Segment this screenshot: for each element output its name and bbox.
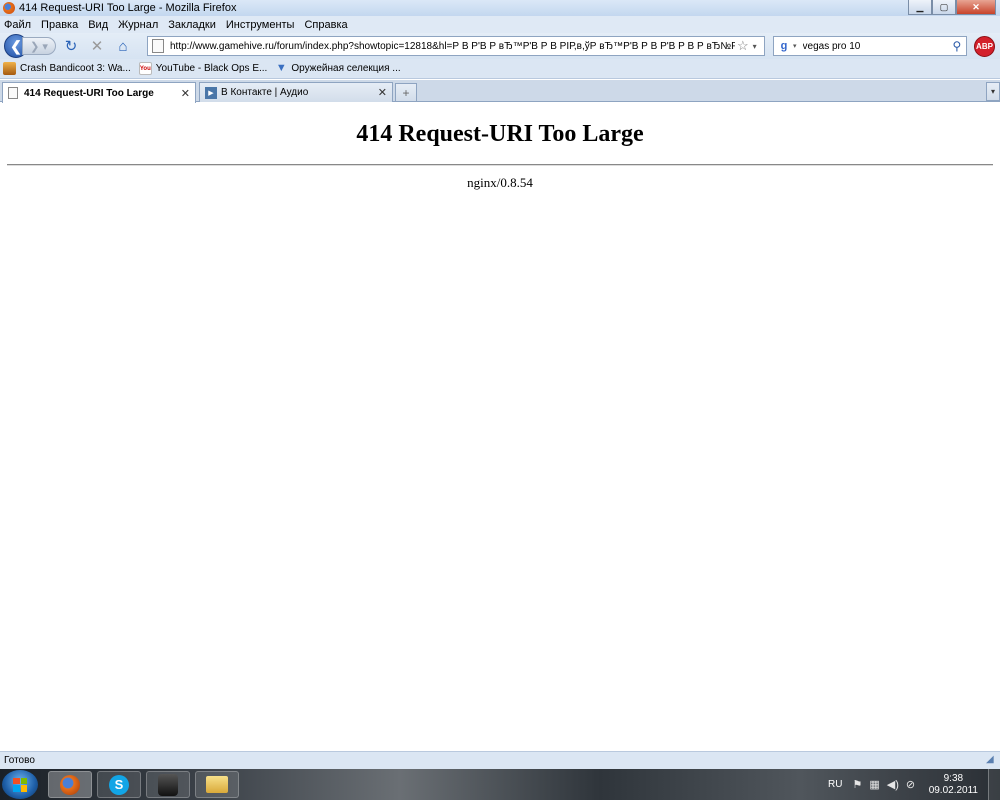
minimize-button[interactable]: ▁ [908, 0, 932, 15]
page-heading: 414 Request-URI Too Large [356, 121, 644, 147]
divider [7, 164, 993, 166]
system-tray: RU ⚑ ▦ ◀) ⊘ 9:38 09.02.2011 [820, 769, 1000, 800]
clock-time: 9:38 [943, 773, 964, 784]
tab-label: В Контакте | Аудио [221, 87, 309, 98]
search-bar[interactable]: g ▾ ⚲ [773, 36, 967, 56]
menu-file[interactable]: Файл [4, 19, 31, 31]
close-tab-icon[interactable]: ✕ [181, 87, 190, 100]
tab-vkontakte-audio[interactable]: ▶ В Контакте | Аудио ✕ [199, 82, 393, 102]
new-tab-button[interactable]: + [395, 83, 417, 101]
menu-tools[interactable]: Инструменты [226, 19, 295, 31]
tab-414-error[interactable]: 414 Request-URI Too Large ✕ [2, 82, 196, 103]
menu-bar: Файл Правка Вид Журнал Закладки Инструме… [0, 16, 1000, 33]
home-icon: ⌂ [118, 37, 128, 55]
status-bar: Готово ◢ [0, 751, 1000, 769]
maximize-button[interactable]: ▢ [932, 0, 956, 15]
windows-logo-icon [13, 777, 27, 792]
start-button[interactable] [2, 770, 38, 799]
network-icon[interactable]: ▦ [869, 778, 879, 791]
google-icon[interactable]: g [777, 39, 791, 53]
taskbar-game[interactable] [146, 771, 190, 798]
menu-view[interactable]: Вид [88, 19, 108, 31]
window-titlebar[interactable]: 414 Request-URI Too Large - Mozilla Fire… [0, 0, 1000, 16]
navigation-toolbar: ❮ ❯ ▾ ↻ ✕ ⌂ ☆ ▾ g ▾ ⚲ ABP [0, 33, 1000, 59]
resize-grip-icon[interactable]: ◢ [986, 754, 998, 766]
taskbar-skype[interactable]: S [97, 771, 141, 798]
stop-icon: ✕ [90, 38, 104, 55]
bookmark-label: Оружейная селекция ... [291, 63, 401, 74]
page-content: 414 Request-URI Too Large nginx/0.8.54 [0, 103, 1000, 751]
youtube-icon: You [138, 62, 152, 75]
reload-icon: ↻ [64, 38, 78, 55]
bookmark-item[interactable]: Crash Bandicoot 3: Wa... [3, 62, 131, 75]
plus-icon: + [402, 85, 410, 100]
menu-history[interactable]: Журнал [118, 19, 158, 31]
close-window-button[interactable]: ✕ [956, 0, 996, 15]
menu-help[interactable]: Справка [304, 19, 347, 31]
taskbar-firefox[interactable] [48, 771, 92, 798]
stop-button[interactable]: ✕ [86, 35, 108, 57]
search-engine-dropdown-icon[interactable]: ▾ [793, 42, 797, 50]
crash-icon [3, 62, 16, 75]
language-indicator[interactable]: RU [828, 779, 842, 790]
taskbar: S RU ⚑ ▦ ◀) ⊘ 9:38 09.02.2011 [0, 769, 1000, 800]
home-button[interactable]: ⌂ [112, 35, 134, 57]
back-arrow-icon: ❮ [10, 37, 22, 54]
folder-icon [206, 776, 228, 793]
bookmark-label: YouTube - Black Ops E... [155, 63, 268, 74]
page-icon [152, 39, 164, 53]
flag-icon[interactable]: ⚑ [852, 778, 862, 791]
menu-bookmarks[interactable]: Закладки [168, 19, 216, 31]
chevron-down-icon: ▾ [990, 87, 995, 96]
url-bar[interactable]: ☆ ▾ [147, 36, 765, 56]
reload-button[interactable]: ↻ [60, 35, 82, 57]
forward-arrow-icon: ❯ ▾ [30, 40, 48, 53]
show-desktop-button[interactable] [988, 769, 1000, 800]
firefox-icon [3, 2, 15, 14]
skype-icon: S [109, 774, 129, 795]
tab-label: 414 Request-URI Too Large [24, 87, 154, 99]
taskbar-explorer[interactable] [195, 771, 239, 798]
close-tab-icon[interactable]: ✕ [378, 86, 387, 99]
tab-strip: 414 Request-URI Too Large ✕ ▶ В Контакте… [0, 80, 1000, 103]
search-icon[interactable]: ⚲ [953, 39, 962, 53]
url-input[interactable] [170, 40, 735, 52]
search-input[interactable] [802, 40, 951, 52]
bookmark-label: Crash Bandicoot 3: Wa... [20, 63, 131, 74]
bookmarks-toolbar: Crash Bandicoot 3: Wa... You YouTube - B… [0, 59, 1000, 79]
url-dropdown-icon[interactable]: ▾ [753, 42, 757, 51]
volume-icon[interactable]: ◀) [887, 778, 899, 791]
bookmark-item[interactable]: ▼ Оружейная селекция ... [275, 62, 401, 75]
forward-button[interactable]: ❯ ▾ [22, 37, 56, 55]
game-icon [158, 773, 178, 796]
clock[interactable]: 9:38 09.02.2011 [929, 773, 978, 797]
weapon-icon: ▼ [275, 62, 287, 74]
status-text: Готово [4, 755, 35, 766]
adblock-plus-button[interactable]: ABP [974, 36, 995, 57]
bookmark-item[interactable]: You YouTube - Black Ops E... [138, 62, 268, 75]
menu-edit[interactable]: Правка [41, 19, 78, 31]
server-signature: nginx/0.8.54 [467, 175, 533, 190]
clock-date: 09.02.2011 [928, 785, 978, 796]
window-title: 414 Request-URI Too Large - Mozilla Fire… [19, 2, 237, 14]
page-icon [8, 87, 18, 99]
bookmark-star-icon[interactable]: ☆ [737, 38, 749, 54]
tray-app-icon[interactable]: ⊘ [906, 778, 915, 791]
list-all-tabs-button[interactable]: ▾ [986, 82, 1000, 101]
firefox-icon [60, 774, 80, 795]
vk-icon: ▶ [205, 86, 217, 99]
window-controls: ▁ ▢ ✕ [908, 0, 996, 15]
